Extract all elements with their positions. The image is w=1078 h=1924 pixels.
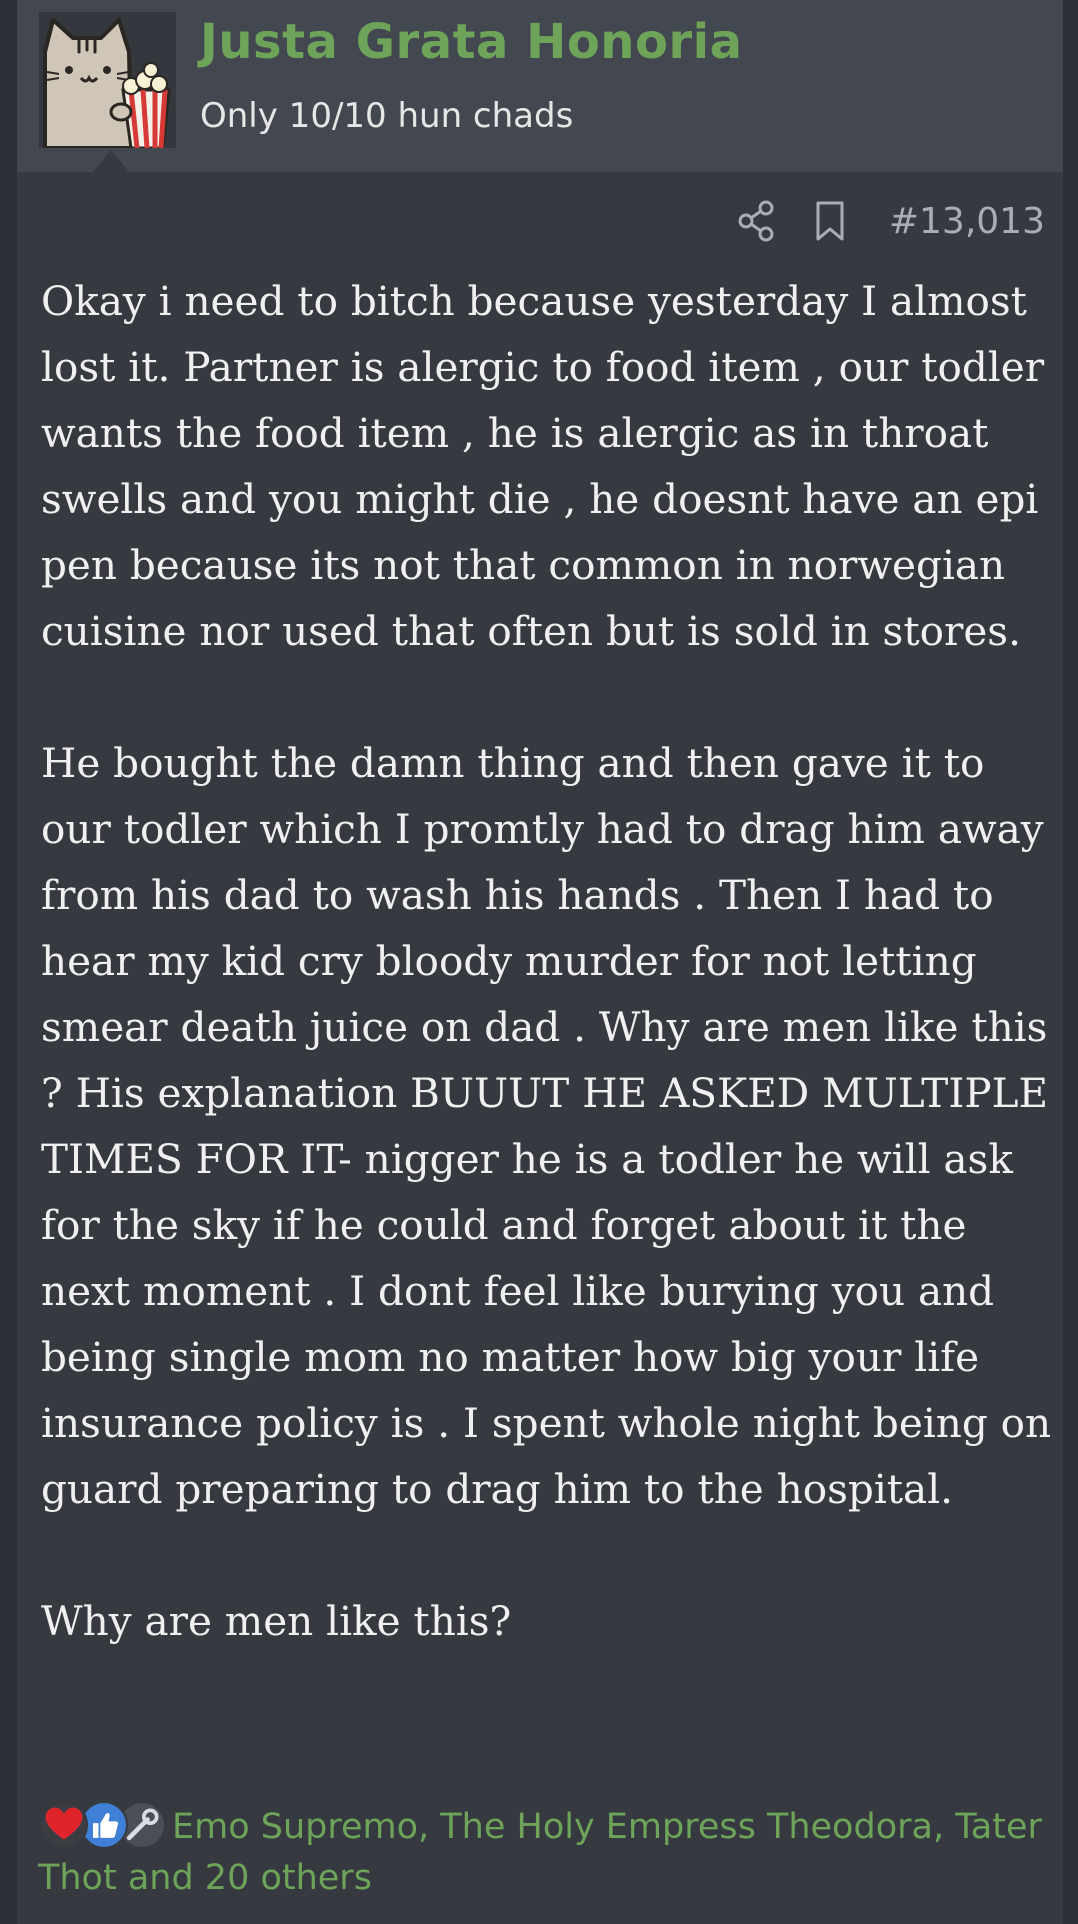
author-title: Only 10/10 hun chads [200, 96, 574, 136]
avatar-pointer [93, 150, 129, 172]
pusheen-cat-popcorn-icon [39, 12, 176, 148]
reaction-icons[interactable] [38, 1800, 166, 1850]
forum-post: Justa Grata Honoria Only 10/10 hun chads… [17, 0, 1063, 1924]
author-name[interactable]: Justa Grata Honoria [200, 14, 742, 70]
share-icon[interactable] [737, 199, 777, 243]
post-number-link[interactable]: #13,013 [889, 201, 1045, 242]
post-paragraph: Why are men like this? [41, 1597, 512, 1645]
avatar[interactable] [39, 12, 176, 148]
heart-icon [40, 1801, 88, 1849]
post-header: Justa Grata Honoria Only 10/10 hun chads [17, 0, 1063, 172]
post-paragraph: He bought the damn thing and then gave i… [41, 739, 1052, 1513]
post-paragraph: Okay i need to bitch because yesterday I… [41, 277, 1045, 655]
bookmark-icon[interactable] [813, 199, 847, 243]
post-body: Okay i need to bitch because yesterday I… [41, 268, 1061, 1654]
reaction-users-link[interactable]: Emo Supremo, The Holy Empress Theodora, … [38, 1807, 1042, 1898]
reactions-bar: Emo Supremo, The Holy Empress Theodora, … [38, 1800, 1058, 1904]
post-actions: #13,013 [737, 196, 1045, 246]
